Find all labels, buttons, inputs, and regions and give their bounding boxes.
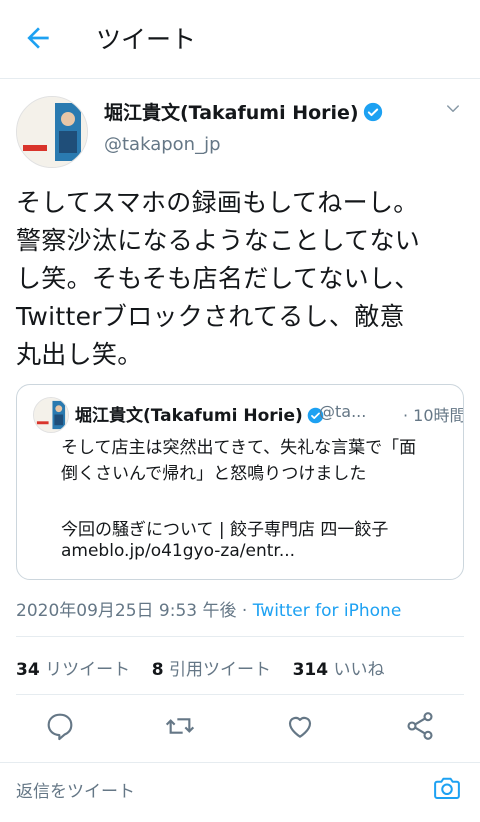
likes-label: いいね	[333, 660, 385, 680]
action-bar	[0, 710, 480, 746]
reply-icon[interactable]	[44, 710, 76, 742]
chevron-down-icon[interactable]	[444, 100, 462, 118]
like-icon[interactable]	[284, 710, 316, 742]
client-link[interactable]: Twitter for iPhone	[253, 601, 402, 621]
quoted-author-name: 堀江貴文(Takafumi Horie)	[75, 401, 324, 426]
quotes-label: 引用ツイート	[168, 660, 271, 680]
book-cover-icon	[34, 398, 68, 432]
tweet-meta: 2020年09月25日 9:53 午後 · Twitter for iPhone	[16, 596, 401, 621]
quoted-time: · 10時間	[403, 406, 464, 425]
tweet-line: Twitterブロックされてるし、敵意	[16, 302, 405, 331]
quotes-stat[interactable]: 8 引用ツイート	[152, 660, 271, 680]
back-arrow-icon[interactable]	[22, 22, 54, 54]
book-cover-icon	[17, 97, 87, 167]
page-title: ツイート	[96, 25, 197, 54]
likes-count: 314	[292, 660, 329, 680]
author-name-text: 堀江貴文(Takafumi Horie)	[104, 102, 359, 124]
camera-icon[interactable]	[432, 773, 462, 803]
author-avatar[interactable]	[16, 96, 88, 168]
quoted-link-title: 今回の騒ぎについて | 餃子専門店 四一餃子	[61, 520, 389, 540]
meta-separator: ·	[241, 601, 248, 621]
quoted-handle: @ta...	[319, 402, 367, 421]
retweets-label: リツイート	[45, 660, 131, 680]
tweet-stats: 34 リツイート 8 引用ツイート 314 いいね	[16, 655, 384, 680]
reply-input[interactable]: 返信をツイート	[16, 777, 135, 802]
author-handle[interactable]: @takapon_jp	[104, 134, 221, 155]
retweets-stat[interactable]: 34 リツイート	[16, 660, 130, 680]
share-icon[interactable]	[404, 710, 436, 742]
quoted-avatar	[33, 397, 69, 433]
tweet-line: そしてスマホの録画もしてねーし。	[16, 188, 419, 217]
divider	[16, 694, 464, 695]
quotes-count: 8	[151, 660, 164, 680]
retweets-count: 34	[16, 660, 40, 680]
likes-stat[interactable]: 314 いいね	[293, 660, 385, 680]
verified-badge-icon	[363, 102, 382, 122]
quoted-link-url[interactable]: ameblo.jp/o41gyo-za/entr...	[61, 541, 295, 561]
tweet-text: そしてスマホの録画もしてねーし。 警察沙汰になるようなことしてない し笑。そもそ…	[16, 184, 468, 374]
reply-bar: 返信をツイート	[0, 762, 480, 822]
quoted-text-line: 倒くさいんで帰れ」と怒鳴りつけました	[61, 464, 367, 484]
quoted-text-line: そして店主は突然出てきて、失礼な言葉で「面	[61, 438, 417, 458]
top-bar: ツイート	[0, 0, 480, 79]
retweet-icon[interactable]	[164, 710, 196, 742]
tweet-line: し笑。そもそも店名だしてないし、	[16, 264, 420, 293]
tweet-author: 堀江貴文(Takafumi Horie) @takapon_jp	[0, 78, 480, 168]
divider	[16, 636, 464, 637]
author-name[interactable]: 堀江貴文(Takafumi Horie)	[104, 98, 383, 125]
quoted-text: そして店主は突然出てきて、失礼な言葉で「面 倒くさいんで帰れ」と怒鳴りつけました	[61, 435, 457, 487]
quoted-time-text: 10時間	[413, 406, 464, 425]
quoted-tweet[interactable]: 堀江貴文(Takafumi Horie) @ta... · 10時間 そして店主…	[16, 384, 464, 580]
tweet-line: 丸出し笑。	[16, 340, 143, 369]
quoted-author-name-text: 堀江貴文(Takafumi Horie)	[75, 406, 303, 426]
tweet-line: 警察沙汰になるようなことしてない	[16, 226, 421, 255]
tweet-timestamp: 2020年09月25日 9:53 午後	[16, 601, 237, 621]
